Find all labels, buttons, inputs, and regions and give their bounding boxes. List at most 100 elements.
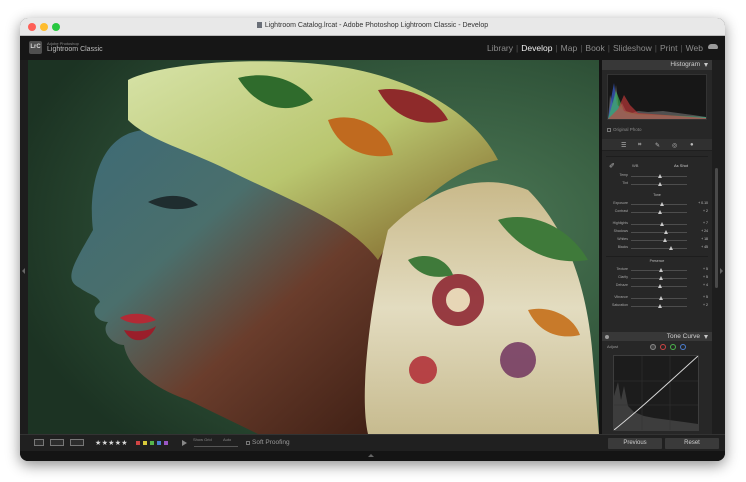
- slider-knob[interactable]: [657, 303, 662, 308]
- point-curve-channel-icon[interactable]: [650, 344, 656, 350]
- blacks-slider-row[interactable]: Blacks + 45: [602, 245, 712, 252]
- soft-proofing-checkbox[interactable]: [246, 441, 250, 445]
- slider-knob[interactable]: [669, 245, 674, 250]
- before-after-split-icon[interactable]: [70, 439, 84, 446]
- tone-curve-adjust-label: Adjust: [607, 344, 619, 349]
- filmstrip-collapsed[interactable]: [20, 451, 725, 461]
- highlights-slider-row[interactable]: Highlights + 7: [602, 221, 712, 228]
- develop-toolbar: ★★★★★ Show Grid Auto Soft Proofing: [20, 434, 599, 451]
- blue-channel-icon[interactable]: [680, 344, 686, 350]
- masking-icon[interactable]: ●: [690, 142, 694, 148]
- contrast-slider-row[interactable]: Contrast + 2: [602, 209, 712, 216]
- slider-knob[interactable]: [662, 237, 667, 242]
- module-picker: Library | Develop | Map | Book | Slideshow | Print…: [487, 43, 703, 53]
- temp-slider-row[interactable]: Temp: [602, 173, 712, 180]
- color-label-purple-icon[interactable]: [164, 441, 168, 445]
- tone-section-label: Tone: [653, 193, 661, 197]
- edit-sliders-icon[interactable]: ☰: [621, 142, 626, 149]
- zoom-slider[interactable]: [194, 446, 238, 447]
- color-label-yellow-icon[interactable]: [143, 441, 147, 445]
- healing-brush-icon[interactable]: ✎: [655, 142, 660, 149]
- slider-track[interactable]: [631, 240, 687, 241]
- original-photo-checkbox[interactable]: [607, 128, 611, 132]
- tone-curve-plot: [613, 355, 699, 431]
- right-panel-scrollbar[interactable]: [712, 60, 725, 434]
- star-rating[interactable]: ★★★★★: [95, 439, 128, 447]
- panel-visibility-icon[interactable]: [605, 335, 609, 339]
- exposure-slider-row[interactable]: Exposure + 0.10: [602, 201, 712, 208]
- left-panel-collapsed[interactable]: [20, 60, 28, 434]
- panel-bottom-bar: Previous Reset: [599, 434, 725, 451]
- window-title: Lightroom Catalog.lrcat - Adobe Photosho…: [20, 22, 725, 29]
- slider-knob[interactable]: [658, 173, 663, 178]
- presence-section-label: Presence: [649, 259, 665, 263]
- module-print[interactable]: Print: [660, 43, 677, 53]
- slider-knob[interactable]: [658, 209, 663, 214]
- slider-knob[interactable]: [658, 267, 663, 272]
- histogram-header[interactable]: Histogram: [602, 60, 712, 70]
- collapse-right-panel-icon[interactable]: [720, 268, 723, 274]
- histogram-display: [607, 74, 707, 120]
- tone-curve-header[interactable]: Tone Curve: [602, 332, 712, 341]
- clarity-slider-row[interactable]: Clarity + 5: [602, 275, 712, 282]
- collapse-triangle-icon[interactable]: [704, 335, 708, 339]
- scrollbar-thumb[interactable]: [715, 168, 718, 288]
- module-separator: |: [654, 43, 657, 53]
- previous-button[interactable]: Previous: [608, 438, 662, 449]
- module-map[interactable]: Map: [561, 43, 578, 53]
- tint-slider-row[interactable]: Tint: [602, 181, 712, 188]
- soft-proofing-toggle[interactable]: Soft Proofing: [246, 439, 290, 446]
- wb-preset-select[interactable]: As Shot: [674, 163, 688, 168]
- slider-knob[interactable]: [658, 275, 663, 280]
- texture-slider-row[interactable]: Texture + 5: [602, 267, 712, 274]
- slider-track[interactable]: [631, 232, 687, 233]
- reset-button[interactable]: Reset: [665, 438, 719, 449]
- divider: [606, 256, 708, 257]
- module-book[interactable]: Book: [585, 43, 604, 53]
- slider-knob[interactable]: [659, 221, 664, 226]
- loupe-view-icon[interactable]: [34, 439, 44, 446]
- slider-knob[interactable]: [658, 283, 663, 288]
- slider-knob[interactable]: [658, 295, 663, 300]
- expand-left-panel-icon[interactable]: [22, 268, 25, 274]
- divider: [606, 156, 708, 157]
- crop-icon[interactable]: ⌗: [638, 142, 641, 149]
- module-develop[interactable]: Develop: [521, 43, 552, 53]
- play-slideshow-icon[interactable]: [182, 440, 187, 446]
- green-channel-icon[interactable]: [670, 344, 676, 350]
- right-panel: Histogram Original Photo ☰ ⌗ ✎ ◎ ● ✐ WB …: [602, 60, 712, 434]
- color-label-red-icon[interactable]: [136, 441, 140, 445]
- module-separator: |: [680, 43, 683, 53]
- saturation-slider-row[interactable]: Saturation + 2: [602, 303, 712, 310]
- vibrance-slider-row[interactable]: Vibrance + 5: [602, 295, 712, 302]
- slider-knob[interactable]: [659, 201, 664, 206]
- module-library[interactable]: Library: [487, 43, 513, 53]
- original-photo-toggle[interactable]: Original Photo: [607, 127, 642, 132]
- slider-knob[interactable]: [663, 229, 668, 234]
- module-separator: |: [580, 43, 583, 53]
- tone-curve-graph[interactable]: [613, 355, 699, 431]
- shadows-slider-row[interactable]: Shadows + 24: [602, 229, 712, 236]
- module-web[interactable]: Web: [686, 43, 703, 53]
- whites-slider-row[interactable]: Whites + 18: [602, 237, 712, 244]
- identity-plate: LrC Adobe Photoshop Lightroom Classic Li…: [20, 36, 725, 60]
- before-after-view-icon[interactable]: [50, 439, 64, 446]
- color-label-green-icon[interactable]: [150, 441, 154, 445]
- cloud-icon[interactable]: [708, 44, 718, 49]
- slider-track[interactable]: [631, 248, 687, 249]
- red-channel-icon[interactable]: [660, 344, 666, 350]
- app-window: Lightroom Catalog.lrcat - Adobe Photosho…: [20, 18, 725, 461]
- slider-knob[interactable]: [658, 181, 663, 186]
- white-balance-eyedropper-icon[interactable]: ✐: [609, 162, 615, 170]
- module-slideshow[interactable]: Slideshow: [613, 43, 652, 53]
- module-separator: |: [516, 43, 519, 53]
- red-eye-icon[interactable]: ◎: [672, 142, 677, 149]
- title-bar: Lightroom Catalog.lrcat - Adobe Photosho…: [20, 18, 725, 36]
- color-label-blue-icon[interactable]: [157, 441, 161, 445]
- module-separator: |: [555, 43, 558, 53]
- dehaze-slider-row[interactable]: Dehaze + 4: [602, 283, 712, 290]
- expand-filmstrip-icon[interactable]: [368, 454, 374, 457]
- photo-canvas[interactable]: [28, 60, 599, 434]
- module-separator: |: [607, 43, 610, 53]
- collapse-triangle-icon[interactable]: [704, 63, 708, 67]
